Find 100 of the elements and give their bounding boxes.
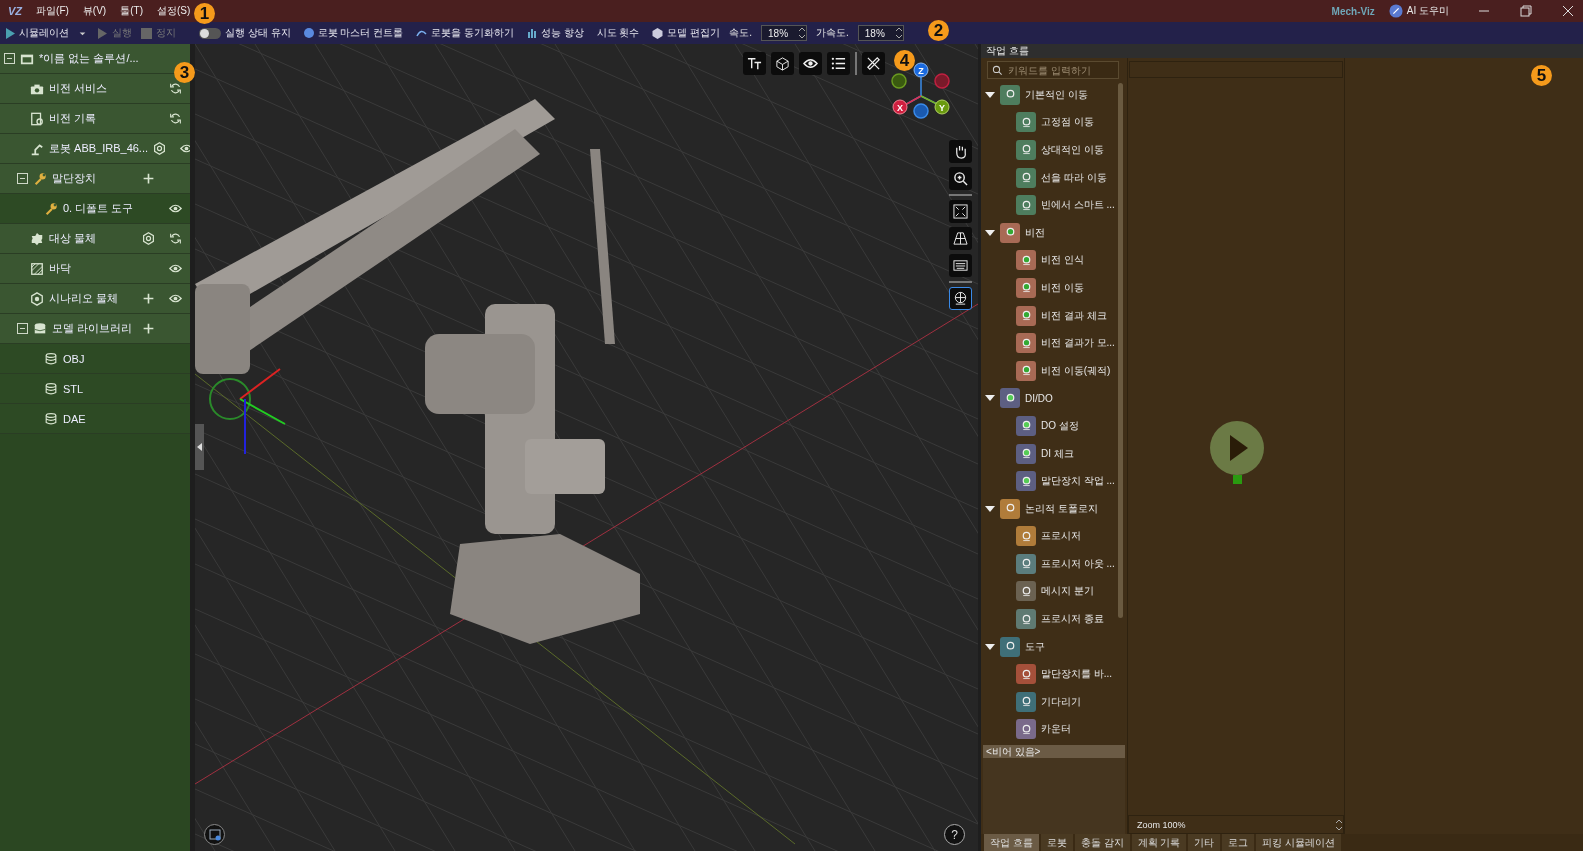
panel-tab[interactable]: 작업 흐름 xyxy=(984,834,1039,851)
category-row[interactable]: 논리적 토폴로지 xyxy=(981,494,1127,523)
panel-tab[interactable]: 피킹 시뮬레이션 xyxy=(1256,834,1342,851)
category-row[interactable]: DI/DO xyxy=(981,384,1127,413)
database-icon xyxy=(44,381,58,396)
category-row[interactable]: 비전 xyxy=(981,218,1127,247)
tree-row[interactable]: 모델 라이브러리 xyxy=(0,314,190,344)
hand-icon[interactable] xyxy=(949,140,972,163)
step-label: 말단장치 작업 ... xyxy=(1041,474,1115,489)
simulate-button[interactable]: 시뮬레이션 xyxy=(6,26,69,40)
toolbar-button[interactable]: 로봇을 동기화하기 xyxy=(416,26,514,40)
step-item[interactable]: 기다리기 xyxy=(981,688,1127,716)
collapse-toggle[interactable] xyxy=(4,53,15,64)
panel-tab[interactable]: 로그 xyxy=(1222,834,1255,851)
tree-row[interactable]: 말단장치 xyxy=(0,164,190,194)
step-item[interactable]: 고정점 이동 xyxy=(981,108,1127,137)
spin-arrows-icon[interactable] xyxy=(798,26,807,40)
collapse-handle[interactable] xyxy=(195,424,204,470)
globe-icon[interactable] xyxy=(949,287,972,310)
start-node-icon[interactable] xyxy=(1210,421,1264,475)
eye-icon[interactable] xyxy=(169,262,182,275)
fit-view-icon[interactable] xyxy=(949,200,972,223)
toolbar-button[interactable]: 로봇 마스터 컨트롤 xyxy=(303,26,404,40)
eye-icon[interactable] xyxy=(169,202,182,215)
keyboard-icon[interactable] xyxy=(949,254,972,277)
step-label: 비전 이동(궤적) xyxy=(1041,363,1111,378)
blob-icon xyxy=(30,231,44,246)
category-label: DI/DO xyxy=(1025,392,1053,404)
menu-item[interactable]: 툴(T) xyxy=(120,4,143,18)
step-item[interactable]: 비전 인식 xyxy=(981,246,1127,275)
list-icon[interactable] xyxy=(827,52,850,75)
perspective-grid-icon[interactable] xyxy=(949,227,972,250)
output-port[interactable] xyxy=(1232,475,1242,484)
ruler-pencil-icon[interactable] xyxy=(862,52,885,75)
panel-tab[interactable]: 로봇 xyxy=(1040,834,1073,851)
step-item[interactable]: 비전 결과가 모... xyxy=(981,329,1127,357)
panel-tab[interactable]: 충돌 감지 xyxy=(1074,834,1130,851)
eye-icon[interactable] xyxy=(169,292,182,305)
assistant-label[interactable]: AI 도우미 xyxy=(1406,4,1449,18)
scrollbar[interactable] xyxy=(1118,83,1123,618)
tree-row[interactable]: 대상 물체 xyxy=(0,224,190,254)
log-icon[interactable] xyxy=(204,824,225,845)
step-item[interactable]: 카운터 xyxy=(981,715,1127,743)
cube-icon[interactable] xyxy=(771,52,794,75)
step-item[interactable]: 비전 이동 xyxy=(981,274,1127,302)
spin-arrows-icon[interactable] xyxy=(894,26,903,40)
refresh-icon[interactable] xyxy=(169,112,182,125)
settings-icon[interactable] xyxy=(153,142,167,155)
step-item[interactable]: 프로시저 아웃 ... xyxy=(981,550,1127,578)
step-item[interactable]: 말단장치를 바... xyxy=(981,660,1127,689)
text-size-icon[interactable] xyxy=(743,52,766,75)
step-item[interactable]: 말단장치 작업 ... xyxy=(981,467,1127,495)
panel-tab[interactable]: 계획 기록 xyxy=(1131,834,1187,851)
help-button[interactable]: ? xyxy=(944,824,965,845)
eye-icon[interactable] xyxy=(180,142,190,155)
collapse-toggle[interactable] xyxy=(17,323,28,334)
zoom-in-icon[interactable] xyxy=(949,167,972,190)
tree-row[interactable]: 로봇 ABB_IRB_46... xyxy=(0,134,190,164)
category-row[interactable]: 기본적인 이동 xyxy=(981,81,1127,109)
add-icon[interactable] xyxy=(142,292,155,305)
panel-tab[interactable]: 기타 xyxy=(1188,834,1221,851)
collapse-toggle[interactable] xyxy=(17,173,28,184)
step-label: 말단장치를 바... xyxy=(1041,667,1113,682)
speed-spinbox[interactable]: 18% xyxy=(761,25,808,41)
step-item[interactable]: 상대적인 이동 xyxy=(981,136,1127,164)
category-row[interactable]: 도구 xyxy=(981,632,1127,661)
close-icon[interactable] xyxy=(1561,4,1575,18)
eye-icon[interactable] xyxy=(799,52,822,75)
tree-row[interactable]: 시나리오 물체 xyxy=(0,284,190,314)
step-item[interactable]: 비전 이동(궤적) xyxy=(981,356,1127,385)
add-icon[interactable] xyxy=(142,172,155,185)
add-icon[interactable] xyxy=(142,322,155,335)
toolbar-button[interactable]: 모델 편집기 xyxy=(652,26,721,40)
step-label: 기다리기 xyxy=(1041,694,1081,709)
toolbar-button[interactable]: 성능 향상 xyxy=(526,26,584,40)
menu-item[interactable]: 뷰(V) xyxy=(82,4,107,18)
step-item[interactable]: 비전 결과 체크 xyxy=(981,301,1127,330)
step-item[interactable]: 빈에서 스마트 ... xyxy=(981,191,1127,219)
tree-row[interactable]: 바닥 xyxy=(0,254,190,284)
spin-arrows-icon[interactable] xyxy=(1335,817,1343,832)
step-item[interactable]: 선을 따라 이동 xyxy=(981,163,1127,192)
menu-item[interactable]: 파일(F) xyxy=(36,4,69,18)
step-item[interactable]: DO 설정 xyxy=(981,412,1127,440)
search-field[interactable]: 키워드를 입력하기 xyxy=(987,61,1119,79)
acceleration-spinbox[interactable]: 18% xyxy=(857,25,904,41)
settings-icon[interactable] xyxy=(142,232,155,245)
refresh-icon[interactable] xyxy=(169,232,182,245)
toolbar-button[interactable]: 시도 횟수 xyxy=(596,26,640,40)
step-item[interactable]: 프로시저 종료 xyxy=(981,605,1127,633)
step-label: 카운터 xyxy=(1041,722,1071,737)
tree-item-label: STL xyxy=(63,382,85,395)
step-item[interactable]: 메시지 분기 xyxy=(981,577,1127,606)
tree-row[interactable]: 비전 기록 xyxy=(0,104,190,134)
toggle-switch[interactable] xyxy=(199,27,221,39)
restore-icon[interactable] xyxy=(1519,4,1533,18)
refresh-icon[interactable] xyxy=(169,82,182,95)
menu-item[interactable]: 설정(S) xyxy=(156,4,191,18)
step-item[interactable]: DI 체크 xyxy=(981,439,1127,468)
step-item[interactable]: 프로시저 xyxy=(981,522,1127,551)
tree-item-label: 모델 라이브러리 xyxy=(52,321,134,336)
